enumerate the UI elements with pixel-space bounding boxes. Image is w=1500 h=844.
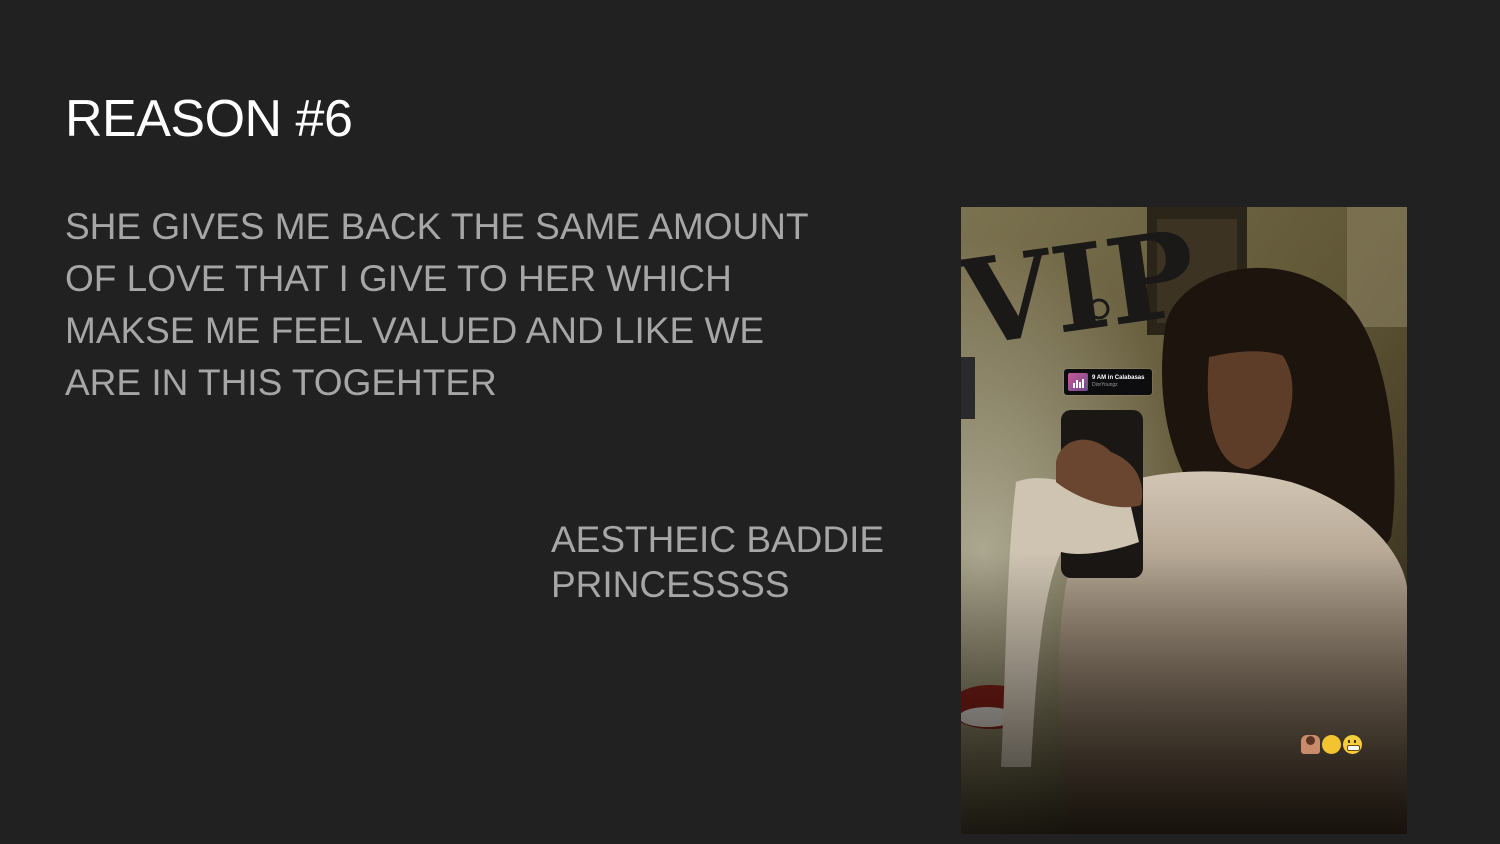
music-title: 9 AM in Calabasas — [1092, 375, 1145, 381]
music-note-icon — [1068, 373, 1088, 391]
slide-title: REASON #6 — [65, 90, 353, 148]
grimacing-face-icon — [1343, 735, 1362, 754]
music-artist: DiorYoungz — [1092, 382, 1118, 388]
music-sticker: 9 AM in Calabasas DiorYoungz — [1064, 369, 1152, 395]
person-shrugging-icon — [1301, 735, 1320, 754]
body-line: ARE IN THIS TOGEHTER — [65, 362, 497, 403]
body-line: SHE GIVES ME BACK THE SAME AMOUNT — [65, 206, 809, 247]
slide-caption: AESTHEIC BADDIE PRINCESSSS — [551, 517, 931, 607]
slide-body-text: SHE GIVES ME BACK THE SAME AMOUNT OF LOV… — [65, 201, 865, 409]
hugging-face-icon — [1322, 735, 1341, 754]
body-line: OF LOVE THAT I GIVE TO HER WHICH — [65, 258, 732, 299]
emoji-sticker — [1301, 735, 1362, 754]
caption-line: AESTHEIC BADDIE — [551, 519, 885, 560]
caption-line: PRINCESSSS — [551, 564, 790, 605]
body-line: MAKSE ME FEEL VALUED AND LIKE WE — [65, 310, 765, 351]
selfie-photo: VIP 9 AM in Calabasas DiorYoungz — [961, 207, 1407, 834]
